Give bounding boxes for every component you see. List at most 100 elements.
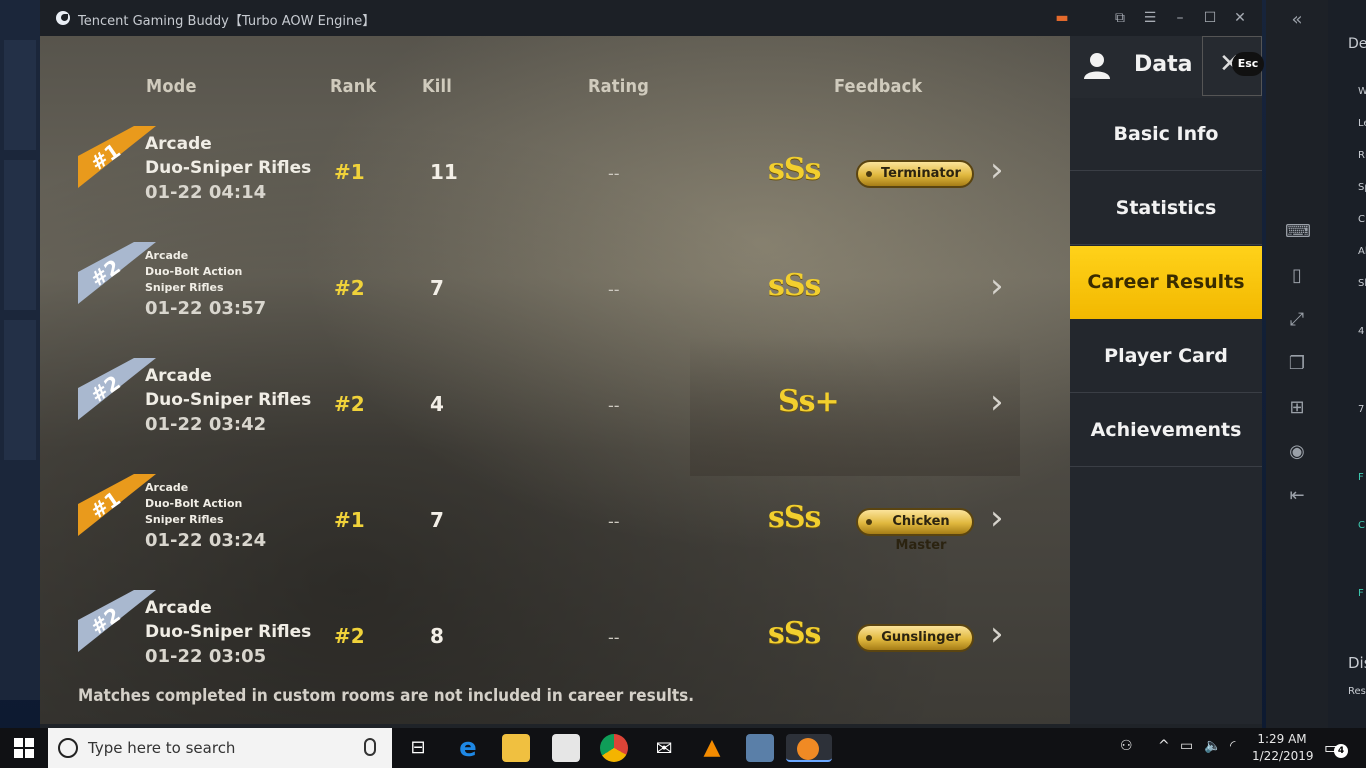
mode-cell: Arcade Duo-Bolt Action Sniper Rifles 01-22 … [145, 480, 266, 554]
shake-icon[interactable]: ▯ [1285, 264, 1309, 288]
right-app-label: Le [1358, 118, 1366, 129]
background-window-left [0, 0, 40, 700]
popout-icon[interactable]: ⧉ [1110, 8, 1130, 28]
header-kill: Kill [422, 76, 452, 97]
performance-score: sSs [768, 268, 821, 303]
rank-value: #2 [334, 392, 365, 416]
tencent-logo-icon [797, 738, 819, 760]
file-explorer-icon[interactable] [502, 734, 530, 762]
rating-value: -- [608, 164, 620, 183]
result-row[interactable]: #2 Arcade Duo-Sniper Rifles 01-22 03:42 #2 4-… [40, 354, 1070, 464]
background-app-right: De W Le Ri Sp C Al Sh 4 7 F C F Dis Res [1328, 0, 1366, 728]
right-app-label: De [1348, 36, 1366, 52]
chevron-right-icon[interactable]: › [990, 382, 1004, 422]
footnote: Matches completed in custom rooms are no… [78, 686, 695, 706]
record-icon[interactable]: ◉ [1285, 440, 1309, 464]
maximize-icon[interactable]: ☐ [1200, 8, 1220, 28]
microphone-icon[interactable] [364, 738, 376, 756]
right-app-label: Sh [1358, 278, 1366, 289]
data-menu-panel: Data ✕ Esc Basic Info Statistics Career Re… [1070, 36, 1264, 724]
rank-value: #2 [334, 624, 365, 648]
mode-cell: Arcade Duo-Bolt Action Sniper Rifles 01-22 … [145, 248, 266, 322]
menu-item-career-results[interactable]: Career Results [1070, 246, 1262, 319]
exit-icon[interactable]: ⇤ [1285, 484, 1309, 508]
match-date: 01-22 04:14 [145, 182, 267, 203]
tencent-gaming-buddy-taskbar-icon[interactable] [786, 734, 832, 762]
badge-label: Chicken Master [892, 514, 950, 553]
chevron-right-icon[interactable]: › [990, 498, 1004, 538]
vlc-icon[interactable]: ▲ [698, 734, 726, 762]
chrome-icon[interactable] [600, 734, 628, 762]
multi-window-icon[interactable]: ❐ [1285, 352, 1309, 376]
mode-line: Arcade [145, 481, 189, 494]
result-row[interactable]: #1 Arcade Duo-Sniper Rifles 01-22 04:14 #1 11… [40, 122, 1070, 232]
game-shortcut-icon[interactable] [746, 734, 774, 762]
rank-value: #1 [334, 508, 365, 532]
mail-icon[interactable]: ✉ [650, 734, 678, 762]
rating-value: -- [608, 628, 620, 647]
right-app-label: Sp [1358, 182, 1366, 193]
menu-item-achievements[interactable]: Achievements [1070, 394, 1262, 467]
menu-title: Data [1134, 52, 1193, 77]
edge-browser-icon[interactable]: e [454, 734, 482, 762]
search-placeholder: Type here to search [88, 739, 236, 757]
people-icon[interactable]: ⚇ [1120, 738, 1133, 754]
battery-icon[interactable]: ▭ [1180, 738, 1193, 754]
gift-icon[interactable]: ▬ [1052, 8, 1072, 28]
rating-value: -- [608, 512, 620, 531]
feedback-badge: Gunslinger [856, 624, 974, 652]
menu-icon[interactable]: ☰ [1140, 8, 1160, 28]
collapse-chevron-icon[interactable]: « [1285, 8, 1309, 32]
esc-hint: Esc [1232, 52, 1264, 76]
mode-cell: Arcade Duo-Sniper Rifles 01-22 03:05 [145, 596, 311, 670]
system-clock[interactable]: 1:29 AM 1/22/2019 [1252, 731, 1314, 765]
fullscreen-icon[interactable]: ⤢ [1285, 308, 1309, 332]
app-logo-icon [56, 11, 70, 25]
mode-line: Duo-Bolt Action [145, 265, 243, 278]
career-results-screen: Mode Rank Kill Rating Feedback #1 Arcade D… [40, 36, 1070, 724]
right-app-label: W [1358, 86, 1366, 97]
tray-expand-icon[interactable]: ^ [1158, 738, 1170, 754]
window-title: Tencent Gaming Buddy【Turbo AOW Engine】 [78, 14, 376, 29]
right-app-label: Res [1348, 686, 1366, 697]
action-center-icon[interactable]: ▭ 4 [1324, 738, 1348, 758]
chevron-right-icon[interactable]: › [990, 266, 1004, 306]
chevron-right-icon[interactable]: › [990, 614, 1004, 654]
close-icon[interactable]: ✕ [1230, 8, 1250, 28]
menu-item-basic-info[interactable]: Basic Info [1070, 98, 1262, 171]
right-app-label: C [1358, 520, 1365, 531]
match-date: 01-22 03:24 [145, 530, 267, 551]
performance-score: sSs [768, 616, 821, 651]
badge-label: Gunslinger [881, 630, 961, 645]
minimize-icon[interactable]: – [1170, 8, 1190, 28]
volume-icon[interactable]: 🔈 [1204, 738, 1221, 754]
badge-dot-icon [866, 635, 872, 641]
match-date: 01-22 03:05 [145, 646, 267, 667]
match-date: 01-22 03:57 [145, 298, 267, 319]
taskbar: Type here to search ⊟ e ✉ ▲ ⚇ ^ ▭ 🔈 ◜ 1:… [0, 728, 1366, 768]
mode-line: Arcade [145, 598, 212, 618]
result-row[interactable]: #2 Arcade Duo-Bolt Action Sniper Rifles 01-2… [40, 238, 1070, 348]
mode-cell: Arcade Duo-Sniper Rifles 01-22 03:42 [145, 364, 311, 438]
taskbar-search-box[interactable]: Type here to search [48, 728, 392, 768]
match-date: 01-22 03:42 [145, 414, 267, 435]
windows-start-icon[interactable] [14, 738, 34, 758]
screenshot-icon[interactable]: ⊞ [1285, 396, 1309, 420]
chevron-right-icon[interactable]: › [990, 150, 1004, 190]
wifi-icon[interactable]: ◜ [1230, 738, 1235, 754]
right-app-label: Ri [1358, 150, 1366, 161]
menu-item-statistics[interactable]: Statistics [1070, 172, 1262, 245]
mode-line: Sniper Rifles [145, 513, 224, 526]
mode-line: Sniper Rifles [145, 281, 224, 294]
mode-line: Duo-Sniper Rifles [145, 390, 312, 410]
menu-item-player-card[interactable]: Player Card [1070, 320, 1262, 393]
result-row[interactable]: #2 Arcade Duo-Sniper Rifles 01-22 03:05 #2 8-… [40, 586, 1070, 696]
right-app-label: 7 [1358, 404, 1365, 415]
badge-dot-icon [866, 519, 872, 525]
keyboard-icon[interactable]: ⌨ [1285, 220, 1311, 244]
feedback-badge: Terminator [856, 160, 974, 188]
mode-line: Arcade [145, 249, 189, 262]
task-view-icon[interactable]: ⊟ [404, 734, 432, 762]
result-row[interactable]: #1 Arcade Duo-Bolt Action Sniper Rifles 01-2… [40, 470, 1070, 580]
store-icon[interactable] [552, 734, 580, 762]
